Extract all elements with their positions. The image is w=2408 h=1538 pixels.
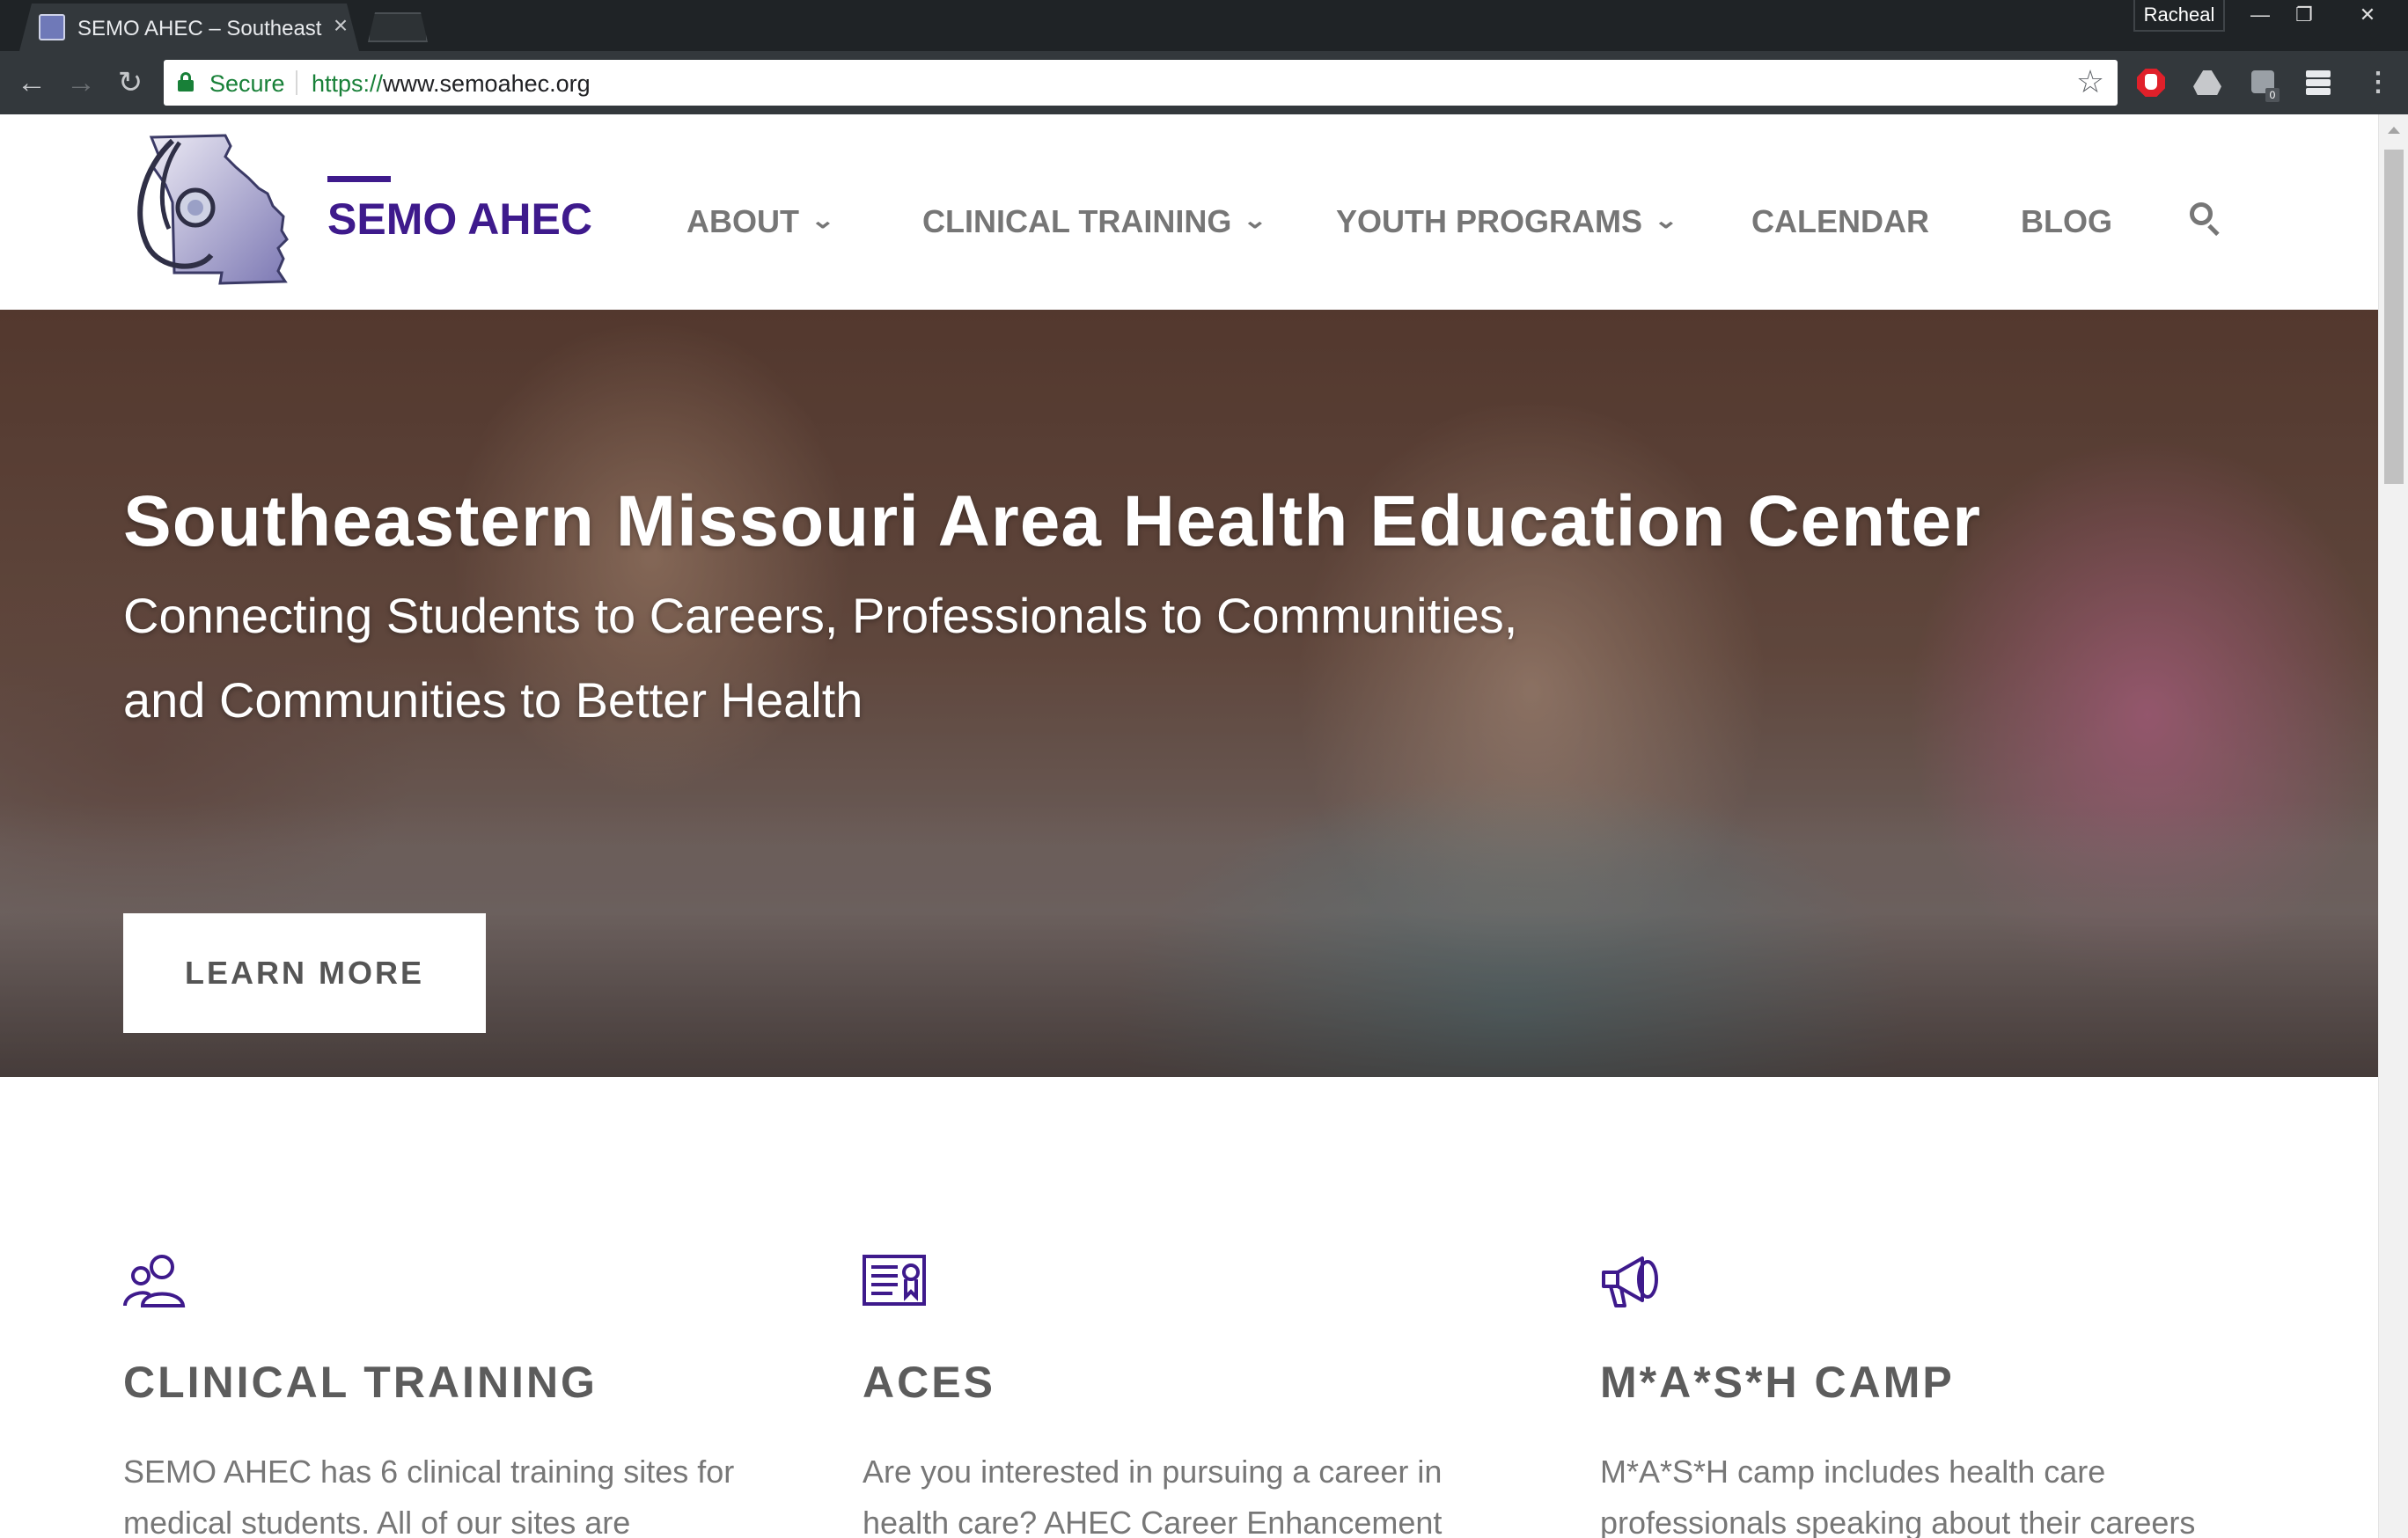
- feature-title: ACES: [863, 1358, 995, 1407]
- features-section: CLINICAL TRAINING SEMO AHEC has 6 clinic…: [0, 1077, 2378, 1538]
- megaphone-icon: [1602, 1256, 1658, 1307]
- nav-blog[interactable]: BLOG: [2021, 195, 2112, 248]
- window-minimize-button[interactable]: —: [2241, 0, 2280, 32]
- nav-blog-label: BLOG: [2021, 203, 2112, 239]
- hero-title: Southeastern Missouri Area Health Educat…: [123, 481, 1982, 561]
- browser-menu-icon[interactable]: ⋮: [2360, 65, 2396, 100]
- scrollbar-thumb[interactable]: [2384, 150, 2404, 484]
- browser-toolbar: ← → ↻ Secure https://www.semoahec.org ☆ …: [0, 51, 2408, 114]
- learn-more-button[interactable]: LEARN MORE: [123, 913, 486, 1033]
- url-scheme: https://: [312, 70, 384, 97]
- nav-youth-programs-label: YOUTH PROGRAMS: [1336, 203, 1643, 239]
- address-bar[interactable]: Secure https://www.semoahec.org ☆: [164, 60, 2118, 106]
- back-arrow-icon[interactable]: ←: [12, 63, 51, 102]
- nav-clinical-training[interactable]: CLINICAL TRAINING ⌄: [922, 195, 1268, 248]
- hero-subtitle: Connecting Students to Careers, Professi…: [123, 574, 1795, 743]
- feature-text: M*A*S*H camp includes health care profes…: [1600, 1454, 2196, 1538]
- hero-banner: Southeastern Missouri Area Health Educat…: [0, 310, 2378, 1077]
- feature-text: Are you interested in pursuing a career …: [863, 1454, 1443, 1538]
- address-separator: [296, 70, 297, 95]
- chevron-down-icon: ⌄: [1243, 207, 1268, 234]
- tab-title: SEMO AHEC – Southeast: [77, 17, 322, 40]
- site-favicon-icon: [39, 14, 65, 40]
- forward-arrow-icon[interactable]: →: [62, 63, 100, 102]
- secure-label: Secure: [209, 70, 285, 97]
- site-header: SEMO AHEC ABOUT ⌄ CLINICAL TRAINING ⌄ YOUT…: [0, 114, 2378, 310]
- people-icon: [123, 1255, 186, 1307]
- nav-about[interactable]: ABOUT ⌄: [686, 195, 836, 248]
- nav-youth-programs[interactable]: YOUTH PROGRAMS ⌄: [1336, 195, 1679, 248]
- nav-calendar[interactable]: CALENDAR: [1751, 195, 1929, 248]
- extension-badge: 0: [2265, 88, 2280, 102]
- feature-text: SEMO AHEC has 6 clinical training sites …: [123, 1454, 735, 1538]
- nav-calendar-label: CALENDAR: [1751, 203, 1929, 239]
- adblock-extension-icon[interactable]: [2133, 65, 2169, 100]
- nav-clinical-training-label: CLINICAL TRAINING: [922, 203, 1232, 239]
- tab-close-icon[interactable]: ×: [327, 12, 354, 39]
- hero-subtitle-line-2: and Communities to Better Health: [123, 672, 863, 728]
- browser-tab-active[interactable]: SEMO AHEC – Southeast ×: [19, 4, 359, 51]
- logo-accent-bar: [327, 176, 391, 182]
- extension-puzzle-icon[interactable]: 0: [2246, 65, 2281, 102]
- chevron-down-icon: ⌄: [1653, 207, 1679, 234]
- certificate-icon: [863, 1255, 926, 1306]
- url-host: www.semoahec.org: [383, 70, 591, 97]
- layers-extension-icon[interactable]: [2301, 65, 2336, 100]
- reload-icon[interactable]: ↻: [111, 63, 150, 102]
- browser-tab-strip: SEMO AHEC – Southeast × Racheal — ❐ ✕: [0, 0, 2408, 51]
- site-logo-text[interactable]: SEMO AHEC: [327, 194, 592, 245]
- url-text[interactable]: https://www.semoahec.org: [312, 70, 591, 98]
- search-icon[interactable]: [2186, 199, 2225, 238]
- profile-button[interactable]: Racheal: [2133, 0, 2225, 32]
- window-close-button[interactable]: ✕: [2341, 0, 2394, 32]
- new-tab-button[interactable]: [368, 12, 428, 42]
- bookmark-star-icon[interactable]: ☆: [2074, 65, 2107, 99]
- feature-title: CLINICAL TRAINING: [123, 1358, 598, 1407]
- window-restore-button[interactable]: ❐: [2285, 0, 2324, 32]
- page-scrollbar[interactable]: [2378, 114, 2408, 1538]
- scroll-up-arrow-icon[interactable]: [2388, 127, 2400, 134]
- hero-subtitle-line-1: Connecting Students to Careers, Professi…: [123, 588, 1518, 643]
- feature-title: M*A*S*H CAMP: [1600, 1358, 1955, 1407]
- drive-extension-icon[interactable]: [2190, 65, 2225, 100]
- web-page: SEMO AHEC ABOUT ⌄ CLINICAL TRAINING ⌄ YOUT…: [0, 114, 2378, 1538]
- missouri-stethoscope-logo-icon[interactable]: [127, 132, 290, 289]
- lock-icon: [178, 72, 194, 92]
- nav-about-label: ABOUT: [686, 203, 799, 239]
- chevron-down-icon: ⌄: [810, 207, 836, 234]
